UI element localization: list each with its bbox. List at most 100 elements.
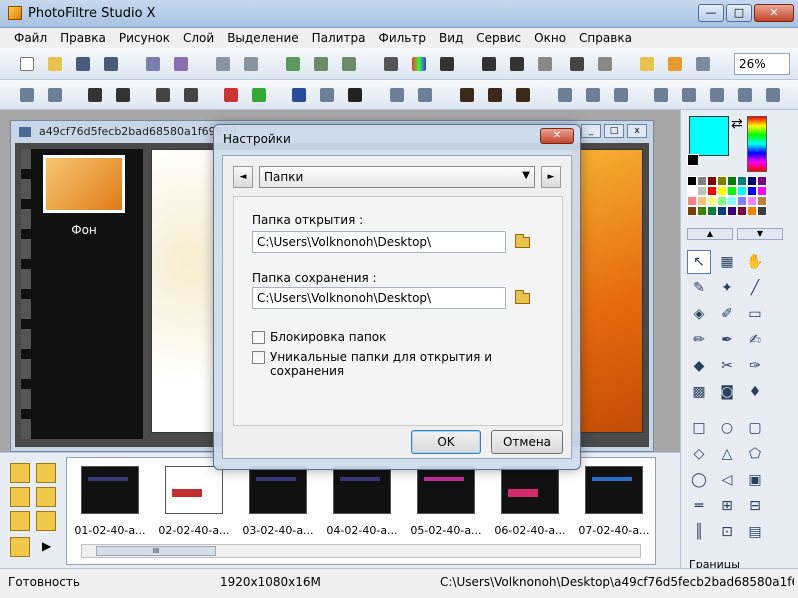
open-icon[interactable] [44, 53, 66, 75]
effect-icon[interactable] [436, 53, 458, 75]
minimize-button[interactable]: — [698, 4, 724, 22]
polygon-select-icon[interactable]: ⬠ [743, 442, 767, 466]
next-category-button[interactable]: ► [541, 166, 561, 188]
window-icon[interactable] [692, 53, 714, 75]
browser-play-icon[interactable]: ▶ [42, 539, 51, 553]
undo-icon[interactable] [212, 53, 234, 75]
browser-select-icon[interactable] [10, 511, 30, 531]
eraser-tool-icon[interactable]: ▭ [743, 302, 767, 326]
blur-tool-icon[interactable]: ◆ [687, 354, 711, 378]
menu-help[interactable]: Справка [573, 28, 639, 48]
zoom-input[interactable]: 26% [734, 53, 790, 75]
grid-1-icon[interactable] [456, 84, 478, 106]
menu-tools[interactable]: Сервис [470, 28, 528, 48]
clone-tool-icon[interactable]: ✂ [715, 354, 739, 378]
image-icon[interactable] [282, 53, 304, 75]
palette-next-button[interactable]: ▼ [737, 228, 783, 240]
saturation-minus-icon[interactable] [220, 84, 242, 106]
open-selection-icon[interactable]: ▣ [743, 468, 767, 492]
select-43-icon[interactable]: ⊞ [715, 494, 739, 518]
save-icon[interactable] [72, 53, 94, 75]
browser-save-icon[interactable] [36, 487, 56, 507]
contrast-plus-icon[interactable] [112, 84, 134, 106]
mountain-3-icon[interactable] [706, 84, 728, 106]
lock-folders-checkbox[interactable] [252, 331, 265, 344]
color-spectrum[interactable] [747, 116, 767, 172]
thumbnail-scrollbar[interactable]: III [81, 544, 641, 558]
gamma-plus-icon[interactable] [180, 84, 202, 106]
transform-icon[interactable] [594, 53, 616, 75]
plugin-icon[interactable] [664, 53, 686, 75]
drop-2-icon[interactable] [610, 84, 632, 106]
close-button[interactable]: ✕ [754, 4, 794, 22]
select-h-icon[interactable]: ═ [687, 494, 711, 518]
select-32-icon[interactable]: ⊟ [743, 494, 767, 518]
browser-icon[interactable] [636, 53, 658, 75]
thumbnail-item[interactable]: 05-02-40-a... [407, 466, 485, 537]
hand-tool-icon[interactable]: ✋ [743, 250, 767, 274]
mountain-2-icon[interactable] [678, 84, 700, 106]
balance-icon[interactable] [316, 84, 338, 106]
mountain-icon[interactable] [650, 84, 672, 106]
background-color[interactable] [687, 154, 699, 166]
fill-tool-icon[interactable]: ◈ [687, 302, 711, 326]
select-corner-icon[interactable]: ⊡ [715, 520, 739, 544]
open-folder-input[interactable]: C:\Users\Volknonoh\Desktop\ [252, 231, 506, 253]
browser-select-2-icon[interactable] [36, 511, 56, 531]
menu-filter[interactable]: Фильтр [372, 28, 432, 48]
foreground-color[interactable] [689, 116, 729, 156]
category-select[interactable]: Папки ▼ [259, 166, 535, 188]
browser-grid-icon[interactable] [10, 537, 30, 557]
save-folder-input[interactable]: C:\Users\Volknonoh\Desktop\ [252, 287, 506, 309]
menu-view[interactable]: Вид [433, 28, 470, 48]
unique-folders-checkbox[interactable] [252, 351, 265, 364]
move-tool-icon[interactable]: ▦ [715, 250, 739, 274]
menu-edit[interactable]: Правка [54, 28, 113, 48]
triangle-select-icon[interactable]: △ [715, 442, 739, 466]
magic-wand-tool-icon[interactable]: ✦ [715, 276, 739, 300]
pencil-tool-icon[interactable]: ✍ [743, 328, 767, 352]
swap-colors-icon[interactable]: ⇄ [731, 116, 743, 132]
strawberry-tool-icon[interactable]: ♦ [743, 380, 767, 404]
pointer-tool-icon[interactable]: ↖ [687, 250, 711, 274]
menu-selection[interactable]: Выделение [221, 28, 305, 48]
ellipse-select-icon[interactable]: ○ [715, 416, 739, 440]
maximize-button[interactable]: □ [726, 4, 752, 22]
brush-tool-icon[interactable]: ✏ [687, 328, 711, 352]
sharpen-icon[interactable] [734, 84, 756, 106]
print-icon[interactable] [142, 53, 164, 75]
thumbnail-item[interactable]: 03-02-40-a... [239, 466, 317, 537]
line-tool-icon[interactable]: ╱ [743, 276, 767, 300]
scrollbar-thumb[interactable]: III [96, 546, 216, 556]
document-minimize-button[interactable]: _ [581, 124, 601, 138]
new-icon[interactable] [16, 53, 38, 75]
ok-button[interactable]: OK [411, 430, 481, 454]
menu-layer[interactable]: Слой [177, 28, 221, 48]
frame-icon[interactable] [762, 84, 784, 106]
grid-3-icon[interactable] [512, 84, 534, 106]
rounded-rect-select-icon[interactable]: ▢ [743, 416, 767, 440]
thumbnail-item[interactable]: 07-02-40-a... [575, 466, 653, 537]
thumbnail-item[interactable]: 04-02-40-a... [323, 466, 401, 537]
drop-icon[interactable] [582, 84, 604, 106]
gamma-auto-icon[interactable] [386, 84, 408, 106]
levels-icon[interactable] [288, 84, 310, 106]
automate-icon[interactable] [478, 53, 500, 75]
paint-tool-icon[interactable]: ✑ [743, 354, 767, 378]
prev-category-button[interactable]: ◄ [233, 166, 253, 188]
layer-thumbnail[interactable] [43, 155, 125, 213]
gamma-minus-icon[interactable] [152, 84, 174, 106]
menu-palette[interactable]: Палитра [306, 28, 373, 48]
rectangle-select-icon[interactable]: □ [687, 416, 711, 440]
redo-icon[interactable] [240, 53, 262, 75]
thumbnail-item[interactable]: 01-02-40-a... [71, 466, 149, 537]
gamma-auto-2-icon[interactable] [414, 84, 436, 106]
select-v-icon[interactable]: ║ [687, 520, 711, 544]
color-icon[interactable] [408, 53, 430, 75]
automate-2-icon[interactable] [506, 53, 528, 75]
dialog-close-button[interactable]: ✕ [540, 128, 574, 144]
browse-save-folder-icon[interactable] [514, 289, 532, 307]
paste-image-icon[interactable] [338, 53, 360, 75]
blur-icon[interactable] [554, 84, 576, 106]
browse-open-folder-icon[interactable] [514, 233, 532, 251]
